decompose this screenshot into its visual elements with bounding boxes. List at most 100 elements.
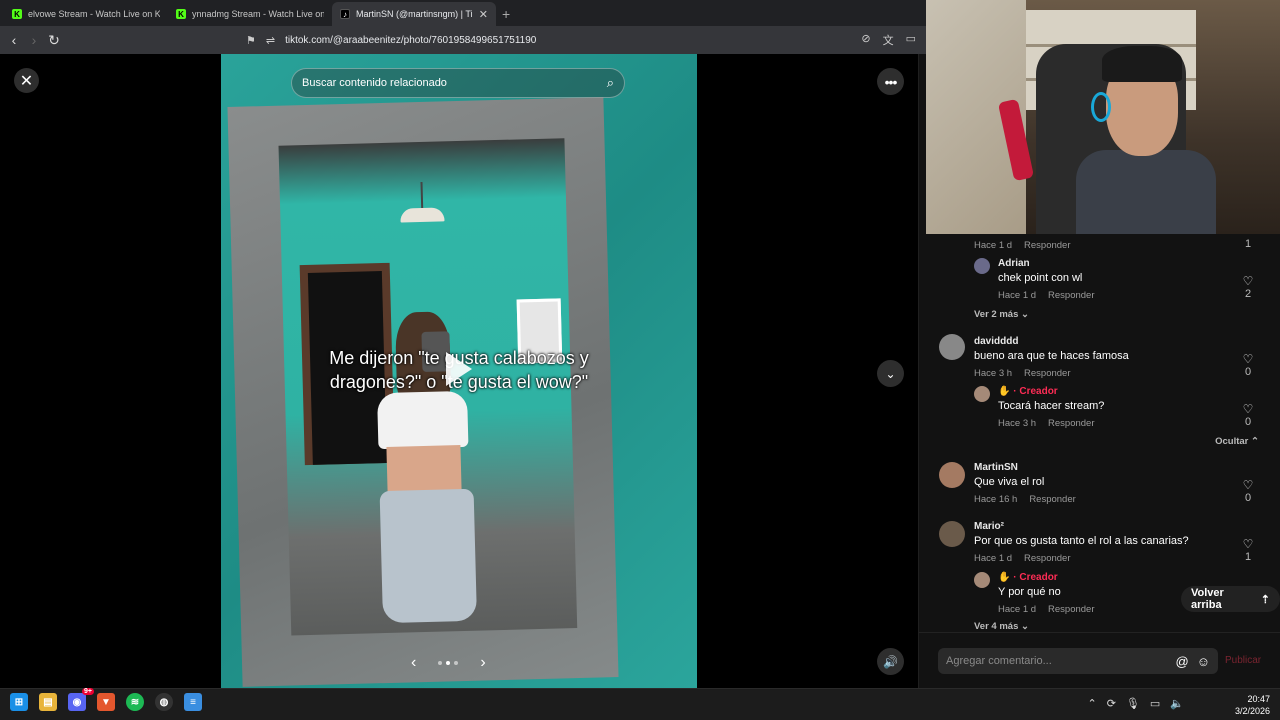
avatar[interactable] xyxy=(939,462,965,488)
comment-username[interactable]: Adrian xyxy=(998,258,1030,269)
reader-off-icon[interactable]: ⊘ xyxy=(861,32,870,48)
comment-time: Hace 1 d xyxy=(974,553,1013,564)
search-icon[interactable]: ⌕ xyxy=(607,75,614,91)
comment-time: Hace 1 d xyxy=(998,604,1037,615)
heart-icon: ♡ xyxy=(1242,352,1254,366)
reply-link[interactable]: Responder xyxy=(1024,240,1070,251)
next-slide-icon[interactable]: › xyxy=(480,654,485,672)
reply-link[interactable]: Responder xyxy=(1029,494,1075,505)
reply-link[interactable]: Responder xyxy=(1048,290,1094,301)
tiktok-icon: ♪ xyxy=(340,9,350,19)
tab-kick-elvowe[interactable]: K elvowe Stream - Watch Live on Kick xyxy=(4,2,168,26)
avatar[interactable] xyxy=(939,521,965,547)
new-tab-icon[interactable]: + xyxy=(502,2,510,26)
like-button[interactable]: ♡ 0 xyxy=(1241,402,1255,428)
site-info-icon[interactable]: ⇌ xyxy=(266,34,275,47)
back-to-top-button[interactable]: Volver arriba ⇡ xyxy=(1181,586,1280,612)
forward-icon[interactable]: › xyxy=(24,32,44,48)
comment-username[interactable]: Mario² xyxy=(974,521,1004,532)
brave-browser-icon[interactable]: ▼ xyxy=(97,693,115,711)
reply-link[interactable]: Responder xyxy=(1048,604,1094,615)
avatar[interactable] xyxy=(974,572,990,588)
comment-meta: Hace 1 d Responder xyxy=(974,240,1071,251)
prev-slide-icon[interactable]: ‹ xyxy=(411,654,416,672)
volume-icon[interactable]: 🔈 xyxy=(1170,697,1184,710)
like-button[interactable]: ♡ 2 xyxy=(1241,274,1255,300)
system-tray: ⌃ ⟳ 🎙 ▭ 🔈 xyxy=(1087,697,1184,710)
sync-icon[interactable]: ⟳ xyxy=(1107,697,1116,710)
comment-text: Tocará hacer stream? xyxy=(998,400,1105,412)
reply-link[interactable]: Responder xyxy=(1048,418,1094,429)
comment-username[interactable]: MartinSN xyxy=(974,462,1018,473)
comment-text: chek point con wl xyxy=(998,272,1083,284)
more-options-button[interactable]: ••• xyxy=(877,68,904,95)
chevron-up-icon[interactable]: ⌃ xyxy=(1087,697,1096,710)
obs-icon[interactable]: ◍ xyxy=(155,693,173,711)
reply-link[interactable]: Responder xyxy=(1024,553,1070,564)
sound-button[interactable]: 🔊 xyxy=(877,648,904,675)
notepad-icon[interactable]: ≡ xyxy=(184,693,202,711)
reload-icon[interactable]: ↻ xyxy=(44,32,64,49)
close-tab-icon[interactable]: ✕ xyxy=(479,8,488,21)
slide-dots xyxy=(438,661,459,665)
spotify-icon[interactable]: ≋ xyxy=(126,693,144,711)
tab-tiktok[interactable]: ♪ MartinSN (@martinsngm) | TikTo ✕ xyxy=(332,2,496,26)
photo-viewer: ✕ Buscar contenido relacionado ⌕ Me dije… xyxy=(0,54,918,688)
avatar[interactable] xyxy=(939,334,965,360)
comment-meta: Hace 1 d Responder xyxy=(974,553,1071,564)
view-more-replies[interactable]: Ver 2 más ⌄ xyxy=(974,309,1029,320)
discord-icon[interactable]: ◉ 9+ xyxy=(68,688,94,711)
sidebar-icon[interactable]: ▭ xyxy=(906,32,916,48)
emoji-icon[interactable]: ☺ xyxy=(1197,654,1210,669)
view-more-replies[interactable]: Ver 4 más ⌄ xyxy=(974,621,1029,632)
comment-list[interactable]: Hace 1 d Responder 1 Adrian chek point c… xyxy=(919,234,1280,632)
photo-slide[interactable]: Buscar contenido relacionado ⌕ Me dijero… xyxy=(221,54,697,688)
comment-input[interactable]: Agregar comentario... @ ☺ xyxy=(938,648,1218,674)
clock-time: 20:47 xyxy=(1247,694,1270,704)
slide-dot[interactable] xyxy=(438,661,443,665)
creator-badge: ✋ · Creador xyxy=(998,386,1058,397)
close-icon: ✕ xyxy=(19,72,34,90)
slide-dot[interactable] xyxy=(454,661,459,665)
comment-meta: Hace 3 h Responder xyxy=(974,368,1071,379)
webcam-streamer-hair xyxy=(1102,46,1182,82)
slide-dot-active[interactable] xyxy=(446,661,451,665)
avatar[interactable] xyxy=(974,386,990,402)
like-button[interactable]: ♡ 1 xyxy=(1241,537,1255,563)
windows-start-icon[interactable]: ⊞ xyxy=(10,693,28,711)
screen: K elvowe Stream - Watch Live on Kick K y… xyxy=(0,0,1280,720)
microphone-icon[interactable]: 🎙 xyxy=(1126,697,1140,710)
hide-replies[interactable]: Ocultar ⌃ xyxy=(1215,436,1259,447)
bookmark-icon[interactable]: ⚑ xyxy=(246,34,256,47)
avatar[interactable] xyxy=(974,258,990,274)
close-viewer-button[interactable]: ✕ xyxy=(14,68,39,93)
translate-icon[interactable]: 文 xyxy=(883,32,894,48)
comment-username[interactable]: davidddd xyxy=(974,336,1018,347)
address-bar: ‹ › ↻ ⚑ ⇌ tiktok.com/@araabeenitez/photo… xyxy=(0,26,926,54)
like-button[interactable]: ♡ 0 xyxy=(1241,478,1255,504)
heart-icon: ♡ xyxy=(1242,402,1254,416)
related-search-input[interactable]: Buscar contenido relacionado ⌕ xyxy=(291,68,625,98)
comment-time: Hace 1 d xyxy=(974,240,1013,251)
mention-icon[interactable]: @ xyxy=(1176,654,1189,669)
comment-placeholder: Agregar comentario... xyxy=(946,655,1052,667)
next-post-button[interactable]: ⌄ xyxy=(877,360,904,387)
taskbar-apps: ⊞ ▤ ◉ 9+ ▼ ≋ ◍ ≡ xyxy=(10,688,202,711)
file-explorer-icon[interactable]: ▤ xyxy=(39,693,57,711)
tab-label: MartinSN (@martinsngm) | TikTo xyxy=(356,9,473,19)
tab-kick-ynnadmg[interactable]: K ynnadmg Stream - Watch Live on Kick xyxy=(168,2,332,26)
reply-link[interactable]: Responder xyxy=(1024,368,1070,379)
url-text: tiktok.com/@araabeenitez/photo/760195849… xyxy=(285,34,537,46)
back-icon[interactable]: ‹ xyxy=(4,32,24,48)
url-field[interactable]: ⚑ ⇌ tiktok.com/@araabeenitez/photo/76019… xyxy=(246,30,536,50)
creator-label: · Creador xyxy=(1013,386,1058,397)
like-button[interactable]: ♡ 0 xyxy=(1241,352,1255,378)
clock-date: 3/2/2026 xyxy=(1234,706,1270,716)
clock[interactable]: 20:47 3/2/2026 xyxy=(1235,693,1270,717)
publish-button[interactable]: Publicar xyxy=(1225,655,1261,666)
play-icon[interactable] xyxy=(446,352,472,386)
display-icon[interactable]: ▭ xyxy=(1150,697,1160,710)
tab-label: ynnadmg Stream - Watch Live on Kick xyxy=(192,9,324,19)
view-more-label: Ver 2 más xyxy=(974,309,1019,320)
arrow-up-icon: ⇡ xyxy=(1260,593,1270,606)
